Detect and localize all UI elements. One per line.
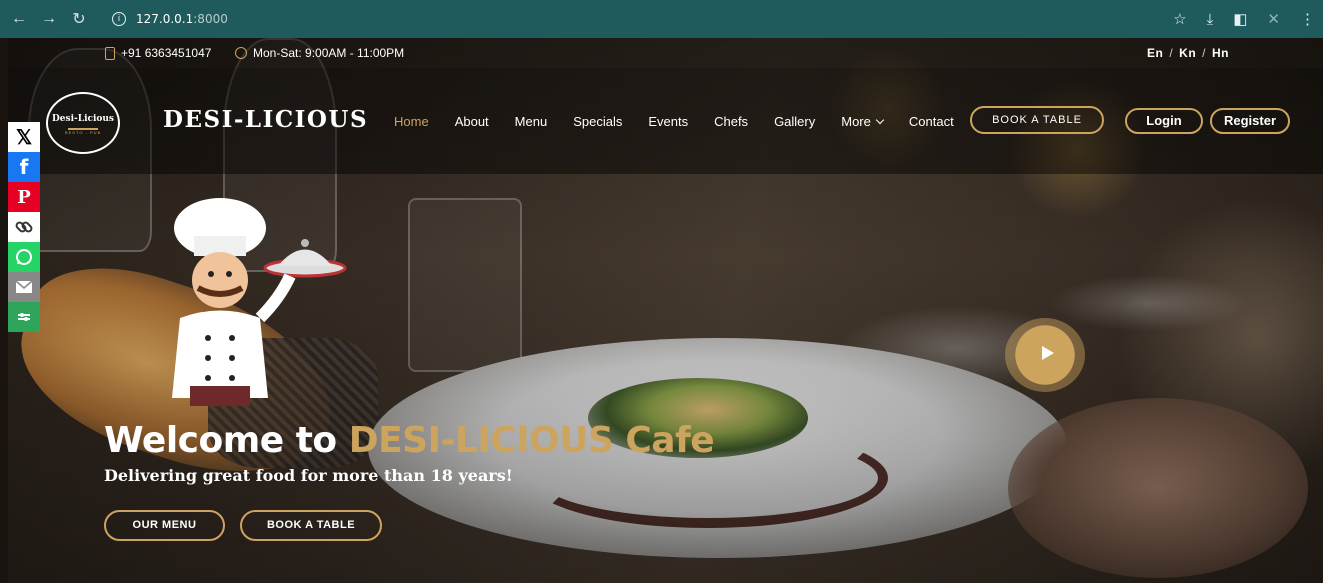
nav-more-label: More — [841, 114, 871, 129]
copy-link-icon[interactable] — [8, 212, 40, 242]
lang-hn[interactable]: Hn — [1212, 46, 1229, 60]
more-share-icon[interactable] — [8, 302, 40, 332]
x-icon[interactable]: 𝕏 — [8, 122, 40, 152]
nav-contact[interactable]: Contact — [909, 114, 954, 129]
brand-name[interactable]: DESI-LICIOUS — [163, 106, 368, 133]
lang-en[interactable]: En — [1147, 46, 1163, 60]
logo-name: Desi-Licious — [51, 114, 114, 124]
nav-menu[interactable]: Menu — [515, 114, 548, 129]
play-icon[interactable] — [1042, 346, 1054, 360]
book-table-hero-button[interactable]: BOOK A TABLE — [240, 510, 382, 541]
pinterest-icon[interactable]: P — [8, 182, 40, 212]
extension-icon[interactable]: ✕ — [1267, 10, 1280, 28]
business-hours: Mon-Sat: 9:00AM - 11:00PM — [235, 46, 404, 60]
main-nav: Home About Menu Specials Events Chefs Ga… — [394, 114, 980, 129]
logo-tagline: RESTO - PUB — [64, 130, 102, 135]
login-button[interactable]: Login — [1125, 108, 1203, 134]
arrow-left-icon[interactable]: ← — [8, 10, 30, 28]
logo[interactable]: Desi-Licious RESTO - PUB — [46, 92, 120, 154]
download-icon[interactable]: ⤓ — [1207, 11, 1214, 28]
phone-number: +91 6363451047 — [121, 46, 212, 60]
star-icon[interactable]: ☆ — [1173, 10, 1186, 28]
nav-home[interactable]: Home — [394, 114, 429, 129]
phone-contact[interactable]: +91 6363451047 — [105, 46, 211, 60]
nav-gallery[interactable]: Gallery — [774, 114, 815, 129]
arrow-right-icon[interactable]: → — [38, 10, 60, 28]
kebab-menu-icon[interactable]: ⋮ — [1300, 10, 1315, 28]
nav-chefs[interactable]: Chefs — [714, 114, 748, 129]
clock-icon — [235, 47, 247, 59]
email-icon[interactable] — [8, 272, 40, 302]
nav-about[interactable]: About — [455, 114, 489, 129]
browser-actions: ☆ ⤓ ◧ ✕ ⋮ — [1173, 0, 1315, 38]
book-table-header-button[interactable]: BOOK A TABLE — [970, 106, 1104, 134]
phone-icon — [105, 46, 115, 60]
info-icon[interactable]: i — [112, 12, 126, 26]
whatsapp-icon[interactable] — [8, 242, 40, 272]
lang-kn[interactable]: Kn — [1179, 46, 1196, 60]
hero-subtitle: Delivering great food for more than 18 y… — [104, 466, 513, 485]
language-switcher: En / Kn / Hn — [1146, 46, 1229, 60]
nav-more[interactable]: More — [841, 114, 885, 129]
hours-text: Mon-Sat: 9:00AM - 11:00PM — [253, 46, 405, 60]
hero-title-highlight: DESI-LICIOUS Cafe — [348, 420, 715, 461]
sidepanel-icon[interactable]: ◧ — [1233, 10, 1247, 28]
our-menu-button[interactable]: OUR MENU — [104, 510, 225, 541]
url-port: :8000 — [193, 12, 228, 26]
facebook-icon[interactable]: f — [8, 152, 40, 182]
reload-icon[interactable]: ↻ — [68, 9, 90, 29]
social-share-bar: 𝕏 f P — [8, 122, 40, 332]
site-header: Desi-Licious RESTO - PUB DESI-LICIOUS Ho… — [8, 68, 1323, 174]
address-bar[interactable]: i 127.0.0.1:8000 — [102, 6, 238, 32]
chef-mascot-image — [172, 198, 347, 406]
browser-toolbar: ← → ↻ i 127.0.0.1:8000 ☆ ⤓ ◧ ✕ ⋮ — [0, 0, 1323, 38]
chevron-down-icon — [875, 115, 885, 125]
nav-events[interactable]: Events — [648, 114, 688, 129]
top-info-bar: +91 6363451047 Mon-Sat: 9:00AM - 11:00PM… — [8, 38, 1323, 68]
hero-title-prefix: Welcome to — [104, 420, 349, 461]
register-button[interactable]: Register — [1210, 108, 1290, 134]
nav-specials[interactable]: Specials — [573, 114, 622, 129]
url-host: 127.0.0.1 — [136, 12, 194, 26]
hero-title: Welcome to DESI-LICIOUS Cafe — [104, 420, 715, 461]
